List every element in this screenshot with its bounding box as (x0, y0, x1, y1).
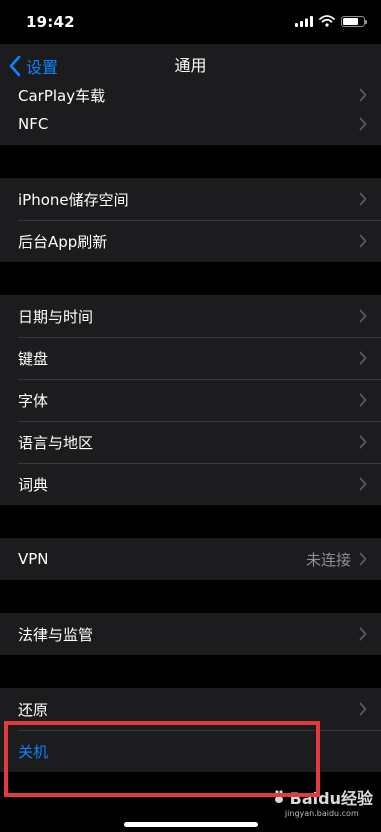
chevron-right-icon (359, 702, 367, 716)
nav-bar: 设置 通用 (0, 44, 381, 88)
settings-group-locale: 日期与时间 键盘 字体 语言与地区 词典 (0, 295, 381, 505)
settings-row-date-time[interactable]: 日期与时间 (0, 295, 381, 337)
settings-row-keyboard[interactable]: 键盘 (0, 337, 381, 379)
row-label: iPhone储存空间 (18, 190, 129, 209)
chevron-right-icon (359, 393, 367, 407)
shut-down-label: 关机 (18, 742, 49, 761)
settings-row-language-region[interactable]: 语言与地区 (0, 421, 381, 463)
settings-row-iphone-storage[interactable]: iPhone储存空间 (0, 178, 381, 220)
settings-row-fonts[interactable]: 字体 (0, 379, 381, 421)
battery-icon (341, 15, 367, 27)
settings-row-dictionary[interactable]: 词典 (0, 463, 381, 505)
page-title: 通用 (174, 56, 207, 75)
settings-row-background-refresh[interactable]: 后台App刷新 (0, 220, 381, 262)
status-time: 19:42 (26, 13, 75, 31)
shut-down-button[interactable]: 关机 (0, 730, 381, 772)
row-label: 法律与监管 (18, 625, 94, 644)
paw-logo-icon (272, 790, 286, 803)
signal-icon (295, 15, 313, 27)
row-label: 后台App刷新 (18, 232, 108, 251)
chevron-right-icon (359, 627, 367, 641)
row-label: 还原 (18, 700, 49, 719)
row-label: 日期与时间 (18, 307, 94, 326)
home-indicator[interactable] (124, 822, 258, 827)
chevron-right-icon (359, 117, 367, 131)
settings-group-reset: 还原 关机 (0, 688, 381, 772)
status-icons (295, 15, 367, 27)
chevron-right-icon (359, 309, 367, 323)
chevron-right-icon (359, 234, 367, 248)
settings-group-vpn: VPN 未连接 (0, 538, 381, 580)
row-label: NFC (18, 115, 49, 133)
watermark-brand: Baidu经验 (289, 789, 373, 808)
chevron-right-icon (359, 192, 367, 206)
settings-row-vpn[interactable]: VPN 未连接 (0, 538, 381, 580)
settings-row-legal-regulatory[interactable]: 法律与监管 (0, 613, 381, 655)
row-label: 词典 (18, 475, 49, 494)
chevron-right-icon (359, 552, 367, 566)
settings-row-reset[interactable]: 还原 (0, 688, 381, 730)
watermark-url: jingyan.baidu.com (284, 809, 359, 818)
status-bar: 19:42 (0, 0, 381, 44)
vpn-status-value: 未连接 (305, 550, 351, 569)
row-label: VPN (18, 550, 49, 568)
watermark: Baidu经验 jingyan.baidu.com (271, 785, 373, 818)
settings-group-storage: iPhone储存空间 后台App刷新 (0, 178, 381, 262)
row-label: 字体 (18, 391, 49, 410)
chevron-right-icon (359, 435, 367, 449)
row-label: 键盘 (18, 349, 49, 368)
chevron-right-icon (359, 88, 367, 102)
chevron-right-icon (359, 351, 367, 365)
row-label: 语言与地区 (18, 433, 94, 452)
settings-group-legal: 法律与监管 (0, 613, 381, 655)
wifi-icon (319, 15, 335, 27)
chevron-right-icon (359, 477, 367, 491)
